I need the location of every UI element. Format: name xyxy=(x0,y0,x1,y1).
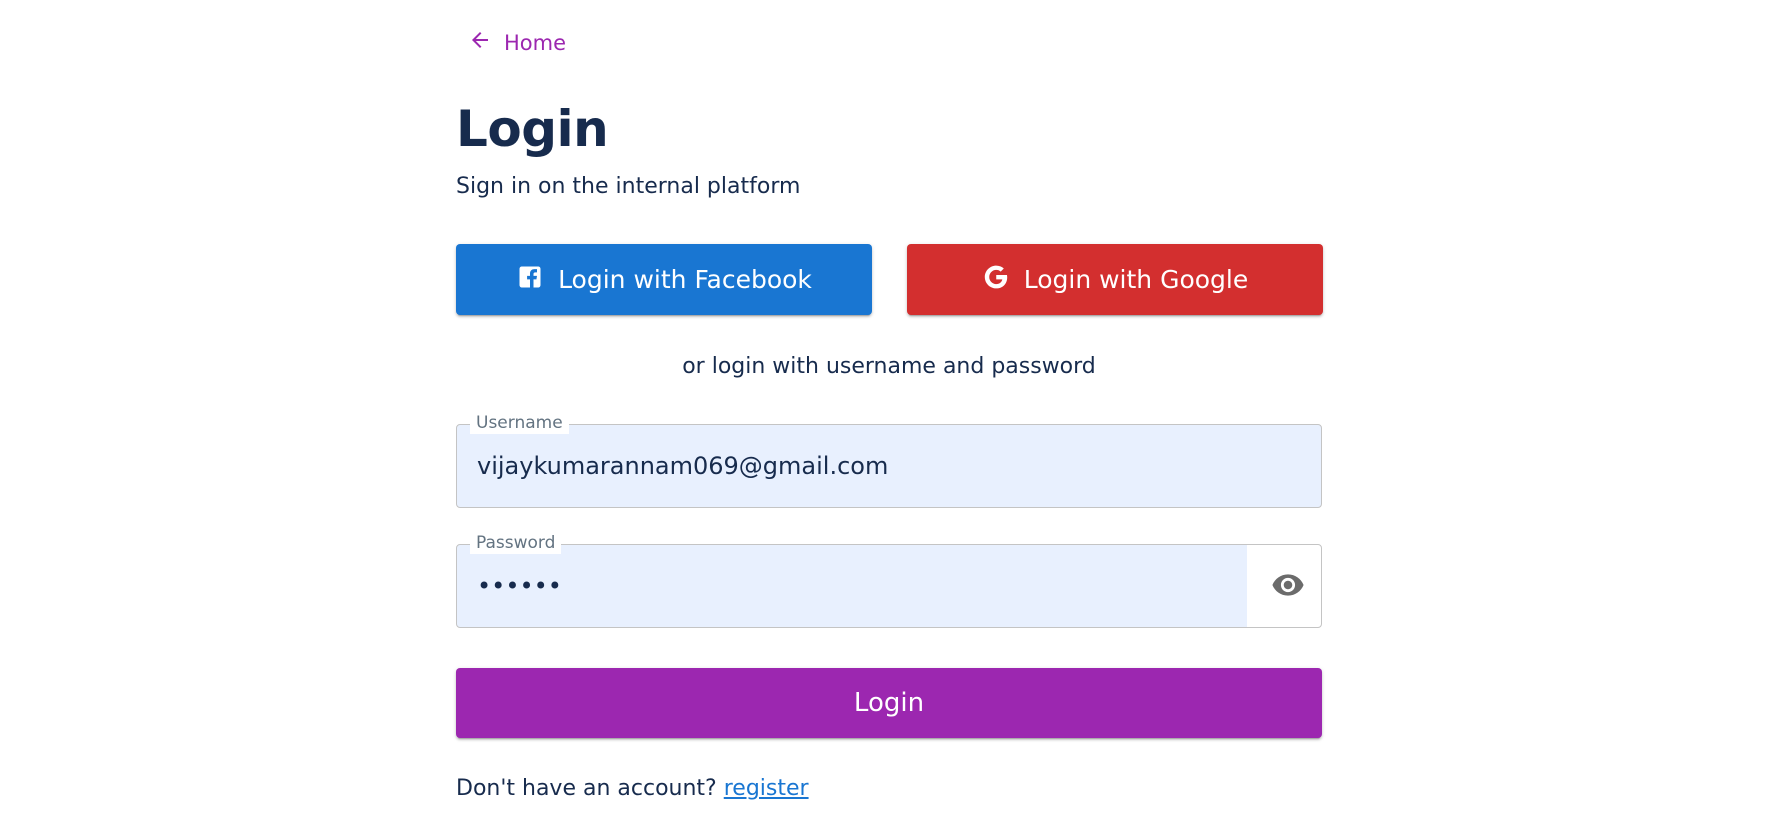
toggle-password-visibility-button[interactable] xyxy=(1271,570,1305,604)
facebook-button-label: Login with Facebook xyxy=(558,265,812,294)
home-link[interactable]: Home xyxy=(460,24,574,61)
login-submit-button[interactable]: Login xyxy=(456,668,1322,738)
google-button-label: Login with Google xyxy=(1023,265,1249,294)
facebook-icon xyxy=(516,263,544,297)
home-link-label: Home xyxy=(504,30,567,55)
password-field: Password xyxy=(456,532,1322,628)
login-with-google-button[interactable]: Login with Google xyxy=(907,244,1323,315)
register-prompt: Don't have an account? register xyxy=(456,776,809,801)
page-title: Login xyxy=(456,100,609,158)
password-input-box[interactable] xyxy=(456,544,1322,628)
username-field: Username xyxy=(456,412,1322,508)
alt-login-divider: or login with username and password xyxy=(682,354,1096,379)
register-link[interactable]: register xyxy=(724,776,809,801)
username-input-box[interactable] xyxy=(456,424,1322,508)
username-label: Username xyxy=(470,412,569,434)
register-prompt-text: Don't have an account? xyxy=(456,776,717,801)
eye-icon xyxy=(1271,568,1305,606)
password-label: Password xyxy=(470,532,562,554)
google-icon xyxy=(982,263,1010,297)
page-subtitle: Sign in on the internal platform xyxy=(456,174,801,199)
login-page: Home Login Sign in on the internal platf… xyxy=(0,0,1786,824)
social-login-row: Login with Facebook Login with Google xyxy=(456,244,1323,316)
arrow-left-icon xyxy=(468,28,492,57)
username-input[interactable] xyxy=(477,425,1237,507)
password-input[interactable] xyxy=(477,545,1237,627)
login-with-facebook-button[interactable]: Login with Facebook xyxy=(456,244,872,315)
